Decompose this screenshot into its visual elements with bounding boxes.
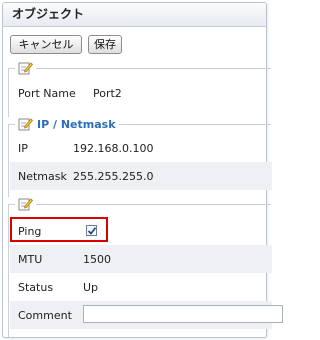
comment-input[interactable]: [83, 305, 283, 323]
netmask-row: Netmask 255.255.255.0: [10, 162, 272, 190]
comment-label: Comment: [18, 308, 72, 322]
edit-note-icon: [18, 117, 34, 131]
comment-row: Comment: [10, 301, 283, 329]
edit-note-icon: [18, 197, 34, 211]
ip-row: IP 192.168.0.100: [10, 134, 272, 162]
general-fieldset: Port Name Port2: [8, 60, 272, 117]
edit-note-icon: [18, 61, 34, 75]
ping-checkbox[interactable]: [86, 225, 97, 236]
checkmark-icon: [87, 227, 97, 235]
status-fieldset: Ping MTU 1500 Status Up Comment: [8, 196, 283, 337]
ip-label: IP: [18, 141, 28, 155]
mtu-label: MTU: [18, 252, 43, 266]
port-name-label: Port Name: [18, 86, 76, 100]
panel-title: オブジェクト: [3, 3, 266, 27]
netmask-value: 255.255.255.0: [73, 169, 154, 183]
status-row: Status Up: [10, 273, 272, 301]
port-name-row: Port Name Port2: [10, 79, 272, 107]
status-label: Status: [18, 280, 54, 294]
netmask-label: Netmask: [18, 169, 67, 183]
ip-netmask-legend-text: IP / Netmask: [37, 117, 116, 131]
cancel-button[interactable]: キャンセル: [10, 35, 82, 54]
ip-netmask-fieldset: IP / Netmask IP 192.168.0.100 Netmask 25…: [8, 116, 272, 197]
status-value: Up: [83, 280, 99, 294]
ip-netmask-legend: IP / Netmask: [15, 116, 119, 132]
toolbar: キャンセル 保存: [3, 27, 266, 59]
mtu-row: MTU 1500: [10, 245, 272, 273]
port-name-value: Port2: [93, 86, 122, 100]
general-legend: [15, 60, 36, 76]
save-button[interactable]: 保存: [88, 35, 122, 54]
mtu-value: 1500: [83, 252, 111, 266]
ip-value: 192.168.0.100: [73, 141, 154, 155]
ping-label: Ping: [18, 224, 42, 238]
status-legend: [15, 196, 36, 212]
ping-row: Ping: [10, 217, 272, 245]
